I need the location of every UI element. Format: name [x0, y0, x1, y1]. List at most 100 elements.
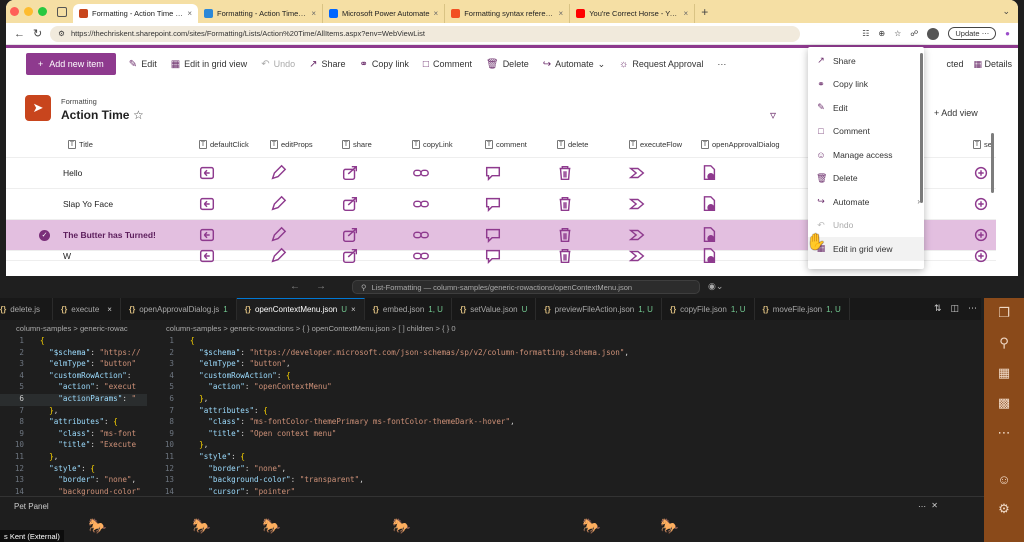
- code-line[interactable]: 13 "border": "none",: [0, 475, 147, 487]
- approval-doc-icon[interactable]: [699, 194, 719, 214]
- pencil-icon[interactable]: [268, 194, 288, 214]
- details-button[interactable]: ▦ Details: [973, 59, 1012, 70]
- code-line[interactable]: 11 },: [0, 452, 147, 464]
- horse-pet-icon[interactable]: 🐎: [660, 517, 679, 535]
- comment-icon[interactable]: [483, 194, 503, 214]
- share-icon[interactable]: [340, 246, 360, 266]
- code-line[interactable]: 6 },: [150, 394, 980, 406]
- horse-pet-icon[interactable]: 🐎: [192, 517, 211, 535]
- code-line[interactable]: 10 },: [150, 440, 980, 452]
- extension-icon[interactable]: ☍: [910, 29, 918, 38]
- code-line[interactable]: 5 "action": "execut: [0, 382, 147, 394]
- maximize-window-button[interactable]: [38, 7, 47, 16]
- comment-button[interactable]: □ Comment: [416, 59, 479, 70]
- code-line[interactable]: 11 "style": {: [150, 452, 980, 464]
- reload-icon[interactable]: ↻: [33, 27, 42, 40]
- close-tab-icon[interactable]: ×: [434, 9, 439, 18]
- browser-tab[interactable]: Formatting - Action Time - A ×: [198, 4, 323, 23]
- code-line[interactable]: 9 "class": "ms-font: [0, 429, 147, 441]
- command-center-search[interactable]: ⚲ List-Formatting — column-samples/gener…: [352, 280, 700, 294]
- edit-in-grid-view-button[interactable]: ▦ Edit in grid view: [164, 59, 254, 70]
- add-circle-icon[interactable]: [971, 163, 991, 183]
- comment-icon[interactable]: [483, 246, 503, 266]
- profile-avatar[interactable]: [927, 27, 940, 40]
- column-header[interactable]: Tdelete: [557, 140, 588, 149]
- sidebar-toggle-icon[interactable]: [57, 6, 67, 17]
- code-line[interactable]: 7 },: [0, 406, 147, 418]
- comment-icon[interactable]: [483, 163, 503, 183]
- context-menu-item[interactable]: ⚭ Copy link: [808, 73, 924, 97]
- code-line[interactable]: 12 "style": {: [0, 464, 147, 476]
- enter-icon[interactable]: [197, 225, 217, 245]
- copilot-chat-icon[interactable]: ◉⌄: [708, 281, 723, 292]
- panel-more-icon[interactable]: ⋯: [918, 502, 926, 511]
- column-header[interactable]: TeditProps: [270, 140, 313, 149]
- editor-tab[interactable]: {} execute ×: [53, 298, 121, 320]
- editor-tab[interactable]: {} copyFile.json 1, U: [662, 298, 755, 320]
- context-menu-scrollbar[interactable]: [920, 53, 923, 203]
- browser-tab[interactable]: Microsoft Power Automate ×: [323, 4, 446, 23]
- panel-close-icon[interactable]: ✕: [931, 501, 938, 510]
- close-window-button[interactable]: [10, 7, 19, 16]
- copy-link-button[interactable]: ⚭ Copy link: [353, 59, 416, 70]
- new-tab-button[interactable]: +: [701, 5, 708, 19]
- add-circle-icon[interactable]: [971, 194, 991, 214]
- nav-back-icon[interactable]: ←: [290, 281, 300, 292]
- editor-pane-right[interactable]: column-samples > generic-rowactions > { …: [150, 320, 980, 508]
- horse-pet-icon[interactable]: 🐎: [582, 517, 601, 535]
- pencil-icon[interactable]: [268, 225, 288, 245]
- row-title[interactable]: W: [63, 251, 71, 261]
- code-line[interactable]: 8 "class": "ms-fontColor-themePrimary ms…: [150, 417, 980, 429]
- flow-icon[interactable]: [627, 194, 647, 214]
- code-line[interactable]: 1{: [150, 336, 980, 348]
- minimize-window-button[interactable]: [24, 7, 33, 16]
- browser-tab[interactable]: Formatting syntax reference | M ×: [445, 4, 571, 23]
- column-header[interactable]: Tshare: [342, 140, 372, 149]
- row-title[interactable]: Hello: [63, 168, 82, 178]
- context-menu-item[interactable]: ✎ Edit: [808, 96, 924, 120]
- compare-icon[interactable]: ⇅: [934, 303, 942, 314]
- bookmark-star-icon[interactable]: ☆: [894, 29, 901, 38]
- context-menu-item[interactable]: □ Comment: [808, 120, 924, 144]
- code-line[interactable]: 2 "$schema": "https://: [0, 348, 147, 360]
- editor-more-icon[interactable]: ⋯: [968, 303, 977, 314]
- settings-gear-icon[interactable]: ⚙: [984, 494, 1024, 524]
- context-menu-item[interactable]: ☺ Manage access: [808, 143, 924, 167]
- link-icon[interactable]: [411, 225, 431, 245]
- share-icon[interactable]: [340, 225, 360, 245]
- code-line[interactable]: 4 "customRowAction": {: [150, 371, 980, 383]
- row-title[interactable]: The Butter has Turned!: [63, 230, 156, 240]
- code-line[interactable]: 6 "actionParams": ": [0, 393, 147, 406]
- code-line[interactable]: 4 "customRowAction":: [0, 371, 147, 383]
- back-icon[interactable]: ←: [14, 28, 25, 40]
- close-tab-icon[interactable]: ×: [107, 305, 112, 314]
- code-area-left[interactable]: 1{2 "$schema": "https://3 "elmType": "bu…: [0, 336, 147, 498]
- favorite-star-icon[interactable]: ☆: [133, 108, 144, 122]
- share-icon[interactable]: [340, 194, 360, 214]
- code-line[interactable]: 10 "title": "Execute: [0, 440, 147, 452]
- url-field[interactable]: ⚙ https://thechriskent.sharepoint.com/si…: [50, 25, 801, 42]
- browser-tab[interactable]: You're Correct Horse - YouTube ×: [570, 4, 696, 23]
- column-header[interactable]: T Title: [68, 140, 93, 149]
- grid-scrollbar[interactable]: [991, 133, 994, 193]
- search-icon[interactable]: ⚲: [984, 328, 1024, 358]
- code-line[interactable]: 5 "action": "openContextMenu": [150, 382, 980, 394]
- row-title[interactable]: Slap Yo Face: [63, 199, 113, 209]
- edit-button[interactable]: ✎ Edit: [122, 59, 164, 70]
- update-button[interactable]: Update ⋯: [948, 27, 997, 40]
- close-tab-icon[interactable]: ×: [559, 9, 564, 18]
- code-line[interactable]: 9 "title": "Open context menu": [150, 429, 980, 441]
- code-line[interactable]: 13 "background-color": "transparent",: [150, 475, 980, 487]
- approval-doc-icon[interactable]: [699, 163, 719, 183]
- context-menu-item[interactable]: ↪ Automate ›: [808, 190, 924, 214]
- editor-tab[interactable]: {} openContextMenu.json U ×: [236, 298, 365, 320]
- split-editor-icon[interactable]: ◫: [950, 303, 959, 314]
- close-tab-icon[interactable]: ×: [684, 9, 689, 18]
- account-icon[interactable]: ☺: [984, 464, 1024, 494]
- zoom-icon[interactable]: ⊕: [878, 29, 885, 38]
- reader-icon[interactable]: ☷: [862, 29, 869, 38]
- code-line[interactable]: 3 "elmType": "button",: [150, 359, 980, 371]
- context-menu-item[interactable]: ↗ Share: [808, 49, 924, 73]
- approval-doc-icon[interactable]: [699, 225, 719, 245]
- flow-icon[interactable]: [627, 163, 647, 183]
